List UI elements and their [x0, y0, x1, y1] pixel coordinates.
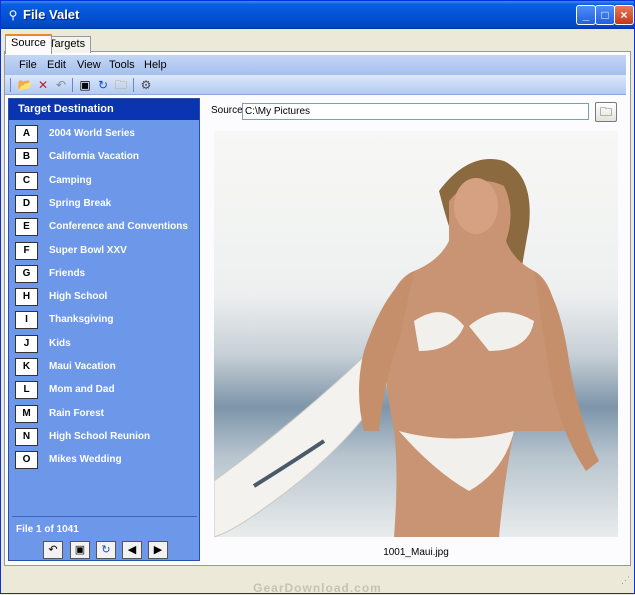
undo-button[interactable]: ↶ — [43, 541, 63, 559]
menu-bar: File Edit View Tools Help — [5, 55, 626, 75]
app-window: ⚲ File Valet _ □ × Source Targets File E… — [0, 0, 635, 595]
target-label: Mikes Wedding — [49, 454, 122, 466]
menu-file[interactable]: File — [19, 59, 37, 71]
target-hotkey: E — [15, 218, 38, 237]
target-label: California Vacation — [49, 151, 140, 163]
target-label: Camping — [49, 174, 92, 186]
target-label: Super Bowl XXV — [49, 244, 127, 256]
target-label: Kids — [49, 337, 71, 349]
target-hotkey: M — [15, 404, 38, 423]
source-path-input[interactable] — [242, 103, 589, 120]
target-label: Mom and Dad — [49, 384, 115, 396]
menu-tools[interactable]: Tools — [109, 59, 135, 71]
file-name-label: 1001_Maui.jpg — [383, 547, 449, 558]
navigation-footer: File 1 of 1041 ↶ ▣ ↻ ◀ ▶ — [12, 516, 197, 559]
target-label: Rain Forest — [49, 407, 105, 419]
delete-icon[interactable]: ✕ — [35, 77, 51, 93]
toolbar-separator — [133, 78, 134, 92]
file-counter: File 1 of 1041 — [16, 524, 79, 535]
undo-icon[interactable]: ↶ — [53, 77, 69, 93]
target-hotkey: H — [15, 288, 38, 307]
target-label: Friends — [49, 267, 86, 279]
target-label: Maui Vacation — [49, 361, 116, 372]
minimize-button[interactable]: _ — [576, 5, 596, 25]
toolbar-separator — [72, 78, 73, 92]
settings-icon[interactable]: ⚙ — [138, 77, 154, 93]
target-hotkey: F — [15, 241, 38, 260]
next-button[interactable]: ▶ — [148, 541, 168, 559]
target-hotkey: C — [15, 171, 38, 190]
window-title: File Valet — [23, 7, 80, 22]
copy-icon[interactable]: ▣ — [77, 77, 93, 93]
watermark-text: GearDownload.com — [253, 581, 382, 595]
browse-folder-button[interactable]: 🗀 — [595, 102, 617, 122]
open-icon[interactable]: 📂 — [17, 77, 33, 93]
target-hotkey: G — [15, 264, 38, 283]
menu-edit[interactable]: Edit — [47, 59, 66, 71]
image-preview — [214, 131, 618, 537]
source-label: Source: — [211, 105, 246, 116]
target-label: Spring Break — [49, 197, 112, 209]
target-hotkey: A — [15, 125, 38, 143]
tab-source[interactable]: Source — [5, 34, 52, 54]
target-label: Thanksgiving — [49, 314, 114, 326]
previous-button[interactable]: ◀ — [122, 541, 142, 559]
target-label: High School Reunion — [49, 430, 151, 442]
copy-button[interactable]: ▣ — [70, 541, 90, 559]
folder-icon[interactable]: 🗀 — [113, 77, 129, 93]
refresh-icon[interactable]: ↻ — [95, 77, 111, 93]
toolbar: 📂 ✕ ↶ ▣ ↻ 🗀 ⚙ — [5, 75, 626, 95]
target-label: 2004 World Series — [49, 128, 135, 139]
target-destination-header: Target Destination — [9, 99, 199, 120]
target-hotkey: B — [15, 148, 38, 167]
target-hotkey: O — [15, 451, 38, 470]
maximize-button[interactable]: □ — [595, 5, 615, 25]
target-hotkey: D — [15, 194, 38, 213]
toolbar-grip — [10, 78, 11, 92]
target-hotkey: J — [15, 334, 38, 353]
resize-grip-icon[interactable]: ⋰ — [621, 575, 630, 586]
target-label: High School — [49, 291, 108, 303]
target-hotkey: L — [15, 381, 38, 400]
target-hotkey: I — [15, 311, 38, 330]
photo-preview-image — [214, 159, 599, 537]
target-destination-panel: Target Destination A 2004 World Series B Ca… — [8, 98, 200, 561]
target-label: Conference and Conventions — [49, 221, 188, 233]
menu-view[interactable]: View — [77, 59, 101, 71]
target-hotkey: N — [15, 427, 38, 446]
title-bar[interactable]: ⚲ File Valet _ □ × — [1, 1, 634, 29]
menu-help[interactable]: Help — [144, 59, 167, 71]
folder-icon: 🗀 — [599, 105, 612, 119]
close-button[interactable]: × — [614, 5, 634, 25]
refresh-button[interactable]: ↻ — [96, 541, 116, 559]
app-icon: ⚲ — [8, 8, 18, 22]
target-hotkey: K — [15, 358, 38, 376]
